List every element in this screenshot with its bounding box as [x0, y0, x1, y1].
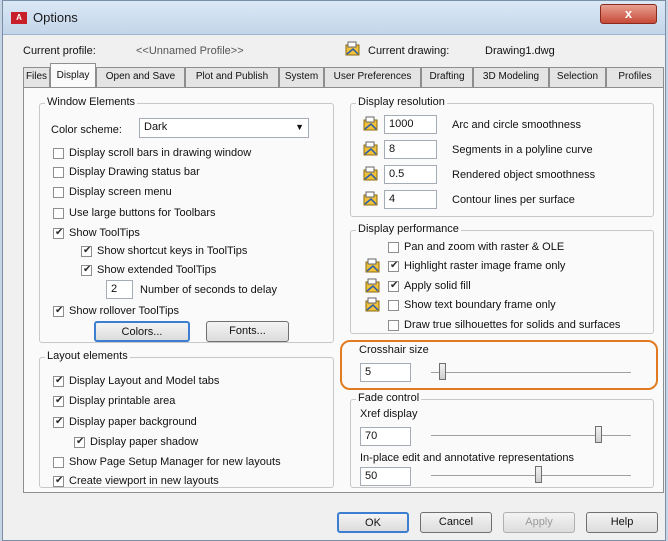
drawing-setting-icon [363, 141, 379, 157]
current-profile-label: Current profile: [23, 45, 96, 57]
true-silhouettes-label: Draw true silhouettes for solids and sur… [404, 319, 621, 331]
contour-lines-label: Contour lines per surface [452, 194, 575, 206]
tab-3d-modeling[interactable]: 3D Modeling [473, 67, 549, 87]
text-boundary-checkbox[interactable] [388, 300, 399, 311]
window-elements-title: Window Elements [45, 96, 138, 108]
help-button[interactable]: Help [586, 512, 658, 533]
display-screen-menu-label: Display screen menu [69, 186, 172, 198]
options-dialog: A Options x Current profile: <<Unnamed P… [2, 0, 666, 541]
display-performance-title: Display performance [356, 223, 461, 235]
large-buttons-label: Use large buttons for Toolbars [69, 207, 216, 219]
printable-area-checkbox[interactable] [53, 395, 64, 407]
xref-display-input[interactable]: 70 [360, 427, 411, 446]
inplace-slider-track[interactable] [431, 475, 631, 476]
window-title: Options [33, 10, 78, 25]
fade-control-title: Fade control [356, 392, 422, 404]
arc-smoothness-input[interactable]: 1000 [384, 115, 437, 134]
drawing-setting-icon [365, 297, 381, 313]
drawing-setting-icon [363, 191, 379, 207]
tab-display[interactable]: Display [50, 63, 96, 88]
layout-model-tabs-label: Display Layout and Model tabs [69, 375, 220, 387]
color-scheme-label: Color scheme: [51, 124, 122, 136]
xref-slider-thumb[interactable] [595, 426, 602, 443]
polyline-segments-label: Segments in a polyline curve [452, 144, 593, 156]
title-bar[interactable]: A Options x [3, 1, 665, 35]
ok-button[interactable]: OK [337, 512, 409, 533]
display-status-bar-checkbox[interactable] [53, 167, 64, 178]
tab-profiles[interactable]: Profiles [606, 67, 664, 87]
contour-lines-input[interactable]: 4 [384, 190, 437, 209]
page-setup-manager-checkbox[interactable] [53, 457, 64, 468]
tab-plot-and-publish[interactable]: Plot and Publish [185, 67, 279, 87]
current-profile-value: <<Unnamed Profile>> [136, 45, 244, 57]
printable-area-label: Display printable area [69, 395, 176, 407]
pan-zoom-raster-checkbox[interactable] [388, 242, 399, 253]
tab-files[interactable]: Files [23, 67, 50, 87]
create-viewport-label: Create viewport in new layouts [69, 475, 219, 487]
tab-system[interactable]: System [279, 67, 324, 87]
highlight-raster-label: Highlight raster image frame only [404, 260, 566, 272]
extended-tooltips-checkbox[interactable] [81, 264, 92, 276]
show-tooltips-label: Show ToolTips [69, 227, 140, 239]
tooltip-delay-label: Number of seconds to delay [140, 284, 277, 296]
drawing-setting-icon [363, 166, 379, 182]
tab-selection[interactable]: Selection [549, 67, 606, 87]
page-setup-manager-label: Show Page Setup Manager for new layouts [69, 456, 281, 468]
tab-drafting[interactable]: Drafting [421, 67, 473, 87]
text-boundary-label: Show text boundary frame only [404, 299, 556, 311]
chevron-down-icon: ▼ [295, 122, 304, 132]
rollover-tooltips-checkbox[interactable] [53, 305, 64, 317]
apply-button[interactable]: Apply [503, 512, 575, 533]
paper-shadow-label: Display paper shadow [90, 436, 199, 448]
drawing-setting-icon [365, 258, 381, 274]
apply-solid-fill-checkbox[interactable] [388, 280, 399, 292]
layout-elements-title: Layout elements [45, 350, 130, 362]
create-viewport-checkbox[interactable] [53, 475, 64, 487]
arc-smoothness-label: Arc and circle smoothness [452, 119, 581, 131]
highlight-raster-checkbox[interactable] [388, 260, 399, 272]
drawing-setting-icon [363, 116, 379, 132]
shortcut-keys-checkbox[interactable] [81, 245, 92, 257]
large-buttons-checkbox[interactable] [53, 208, 64, 219]
close-button[interactable]: x [600, 4, 657, 24]
layout-model-tabs-checkbox[interactable] [53, 375, 64, 387]
inplace-slider-thumb[interactable] [535, 466, 542, 483]
display-scroll-bars-checkbox[interactable] [53, 148, 64, 159]
display-screen-menu-checkbox[interactable] [53, 187, 64, 198]
color-scheme-select[interactable]: Dark ▼ [139, 118, 309, 138]
drawing-icon [345, 41, 361, 57]
pan-zoom-raster-label: Pan and zoom with raster & OLE [404, 241, 565, 253]
extended-tooltips-label: Show extended ToolTips [97, 264, 217, 276]
paper-background-label: Display paper background [69, 416, 197, 428]
show-tooltips-checkbox[interactable] [53, 227, 64, 239]
tooltip-delay-input[interactable]: 2 [106, 280, 133, 299]
paper-background-checkbox[interactable] [53, 416, 64, 428]
display-resolution-title: Display resolution [356, 96, 447, 108]
tab-open-and-save[interactable]: Open and Save [96, 67, 185, 87]
colors-button[interactable]: Colors... [94, 321, 190, 342]
tab-user-preferences[interactable]: User Preferences [324, 67, 421, 87]
inplace-edit-input[interactable]: 50 [360, 467, 411, 486]
current-drawing-value: Drawing1.dwg [485, 45, 555, 57]
fonts-button[interactable]: Fonts... [206, 321, 289, 342]
cancel-button[interactable]: Cancel [420, 512, 492, 533]
display-status-bar-label: Display Drawing status bar [69, 166, 200, 178]
autocad-logo-icon: A [11, 12, 27, 24]
current-drawing-label: Current drawing: [368, 45, 450, 57]
rollover-tooltips-label: Show rollover ToolTips [69, 305, 180, 317]
drawing-setting-icon [365, 278, 381, 294]
paper-shadow-checkbox[interactable] [74, 436, 85, 448]
crosshair-highlight-outline [340, 340, 658, 390]
polyline-segments-input[interactable]: 8 [384, 140, 437, 159]
xref-display-label: Xref display [360, 408, 418, 420]
rendered-smoothness-label: Rendered object smoothness [452, 169, 596, 181]
apply-solid-fill-label: Apply solid fill [404, 280, 471, 292]
shortcut-keys-label: Show shortcut keys in ToolTips [97, 245, 248, 257]
display-scroll-bars-label: Display scroll bars in drawing window [69, 147, 252, 159]
color-scheme-value: Dark [144, 121, 168, 133]
inplace-edit-label: In-place edit and annotative representat… [360, 452, 575, 464]
true-silhouettes-checkbox[interactable] [388, 320, 399, 331]
rendered-smoothness-input[interactable]: 0.5 [384, 165, 437, 184]
